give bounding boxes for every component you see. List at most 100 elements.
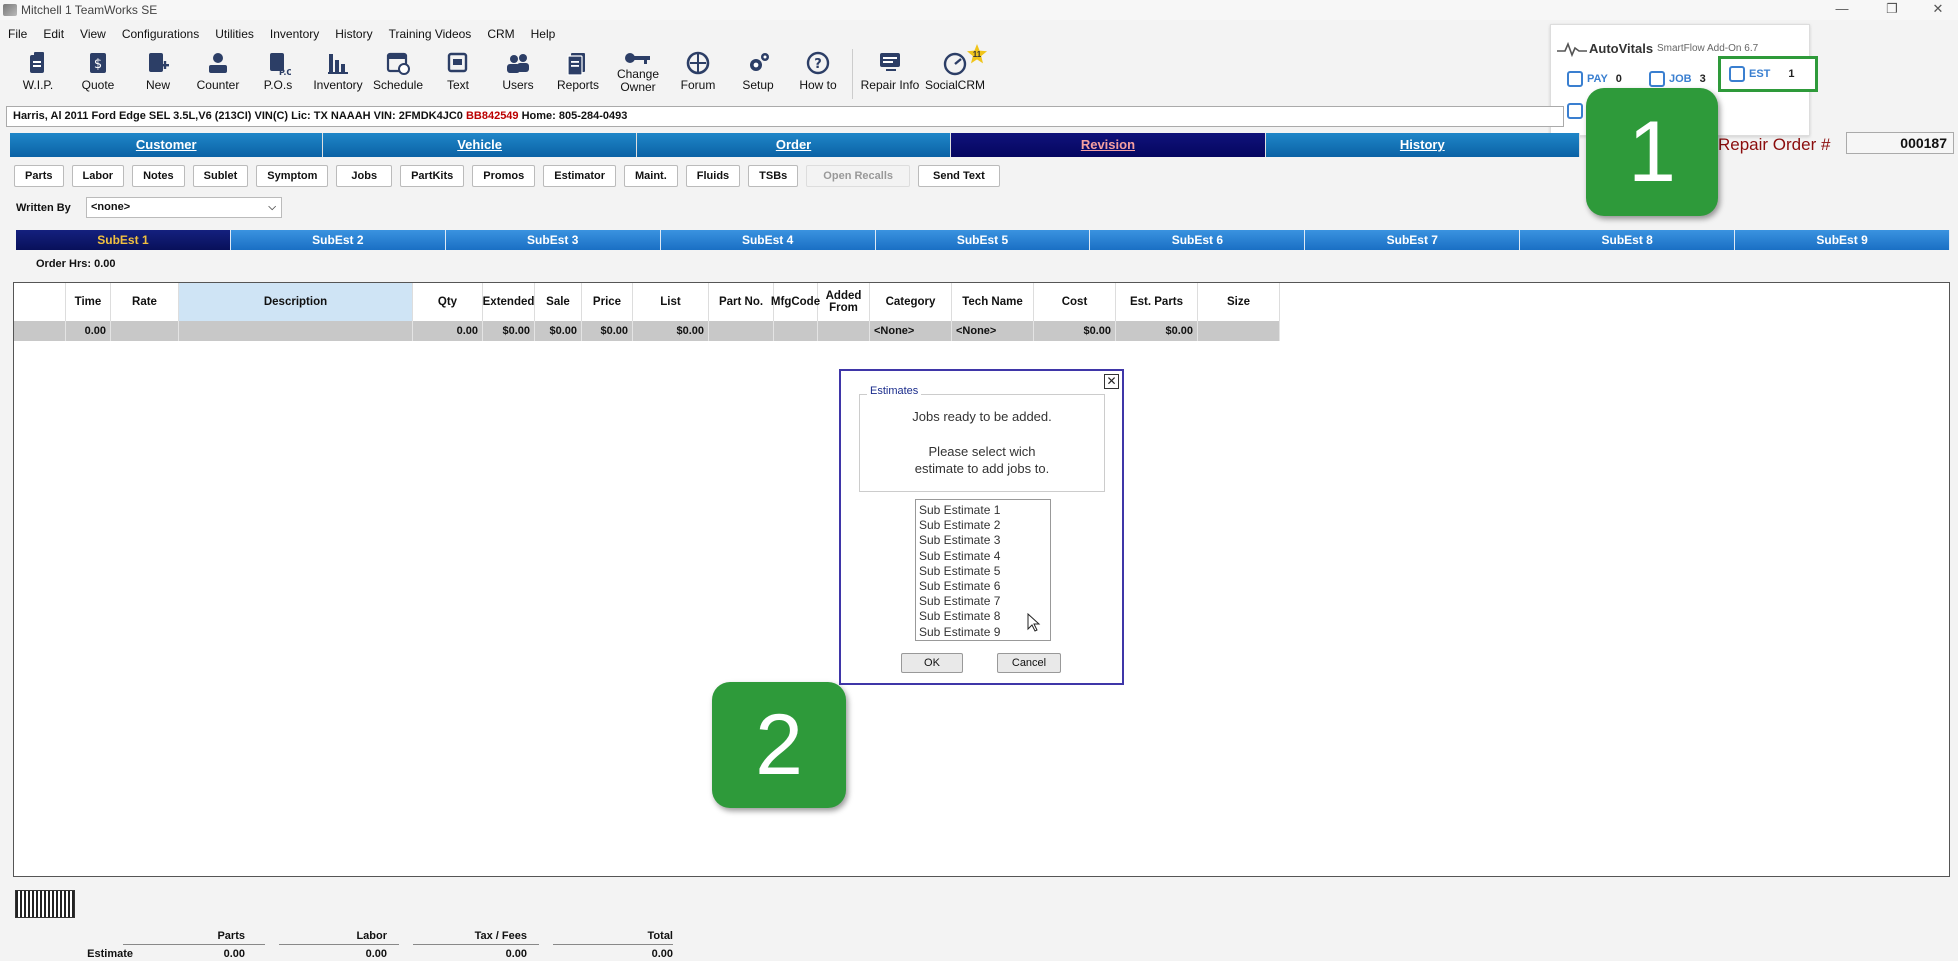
grid-header-tech-name[interactable]: Tech Name <box>952 283 1034 321</box>
schedule-button[interactable]: Schedule <box>368 46 428 102</box>
list-item[interactable]: Sub Estimate 2 <box>919 518 1047 533</box>
av-extra-button[interactable] <box>1567 97 1587 125</box>
labor-button[interactable]: Labor <box>71 165 125 187</box>
ok-button[interactable]: OK <box>901 653 963 673</box>
grid-cell-time: 0.00 <box>66 321 111 341</box>
table-row[interactable]: 0.00 0.00 $0.00 $0.00 $0.00 $0.00 <None>… <box>14 321 1280 341</box>
list-item[interactable]: Sub Estimate 7 <box>919 594 1047 609</box>
tab-subest-9[interactable]: SubEst 9 <box>1735 230 1951 250</box>
menu-file[interactable]: File <box>0 24 35 44</box>
change-owner-button[interactable]: Change Owner <box>608 46 668 102</box>
list-item[interactable]: Sub Estimate 1 <box>919 503 1047 518</box>
grid-header-time[interactable]: Time <box>66 283 111 321</box>
grid-header-size[interactable]: Size <box>1198 283 1280 321</box>
grid-header-added-from[interactable]: Added From <box>818 283 870 321</box>
tsbs-button[interactable]: TSBs <box>748 165 799 187</box>
tab-subest-7[interactable]: SubEst 7 <box>1305 230 1521 250</box>
grid-header-sale[interactable]: Sale <box>535 283 582 321</box>
toolbar-label: SocialCRM <box>924 78 985 92</box>
grid-header-price[interactable]: Price <box>582 283 633 321</box>
new-button[interactable]: New <box>128 46 188 102</box>
tab-customer[interactable]: Customer <box>10 133 324 157</box>
howto-button[interactable]: ? How to <box>788 46 848 102</box>
counter-button[interactable]: Counter <box>188 46 248 102</box>
send-text-button[interactable]: Send Text <box>918 165 1000 187</box>
tab-order[interactable]: Order <box>636 133 952 157</box>
cancel-button[interactable]: Cancel <box>997 653 1061 673</box>
setup-button[interactable]: Setup <box>728 46 788 102</box>
minimize-button[interactable]: — <box>1822 0 1862 20</box>
list-item[interactable]: Sub Estimate 6 <box>919 579 1047 594</box>
inventory-button[interactable]: Inventory <box>308 46 368 102</box>
wip-button[interactable]: W.I.P. <box>8 46 68 102</box>
open-recalls-button[interactable]: Open Recalls <box>806 165 910 187</box>
text-button[interactable]: Text <box>428 46 488 102</box>
tab-subest-1[interactable]: SubEst 1 <box>16 230 231 250</box>
tab-vehicle[interactable]: Vehicle <box>323 133 637 157</box>
notes-button[interactable]: Notes <box>132 165 185 187</box>
grid-header: Time Rate Description Qty Extended Sale … <box>14 283 1280 321</box>
menu-history[interactable]: History <box>327 24 380 44</box>
tab-subest-4[interactable]: SubEst 4 <box>660 230 876 250</box>
divider <box>123 944 265 945</box>
menu-edit[interactable]: Edit <box>35 24 72 44</box>
reports-button[interactable]: Reports <box>548 46 608 102</box>
jobs-button[interactable]: Jobs <box>336 165 393 187</box>
grid-header-part-no[interactable]: Part No. <box>709 283 774 321</box>
toolbar-label: Counter <box>196 78 240 92</box>
grid-header-cost[interactable]: Cost <box>1034 283 1116 321</box>
tab-history[interactable]: History <box>1265 133 1581 157</box>
tab-revision[interactable]: Revision <box>951 133 1266 157</box>
menu-configurations[interactable]: Configurations <box>114 24 207 44</box>
quote-button[interactable]: $ Quote <box>68 46 128 102</box>
tab-subest-6[interactable]: SubEst 6 <box>1090 230 1306 250</box>
close-icon[interactable]: ✕ <box>1104 374 1119 389</box>
tab-subest-8[interactable]: SubEst 8 <box>1520 230 1736 250</box>
tab-subest-2[interactable]: SubEst 2 <box>230 230 446 250</box>
forum-button[interactable]: Forum <box>668 46 728 102</box>
list-item[interactable]: Sub Estimate 5 <box>919 564 1047 579</box>
menu-help[interactable]: Help <box>523 24 564 44</box>
tab-subest-3[interactable]: SubEst 3 <box>445 230 661 250</box>
parts-button[interactable]: Parts <box>14 165 64 187</box>
grid-header-list[interactable]: List <box>633 283 709 321</box>
grid-header-cell <box>14 283 66 321</box>
barcode-icon <box>15 890 75 918</box>
grid-header-est-parts[interactable]: Est. Parts <box>1116 283 1198 321</box>
partkits-button[interactable]: PartKits <box>400 165 465 187</box>
grid-header-rate[interactable]: Rate <box>111 283 179 321</box>
grid-header-description[interactable]: Description <box>179 283 413 321</box>
promos-button[interactable]: Promos <box>472 165 536 187</box>
users-button[interactable]: Users <box>488 46 548 102</box>
grid-header-qty[interactable]: Qty <box>413 283 483 321</box>
av-est-button[interactable]: EST 1 <box>1718 56 1818 92</box>
socialcrm-button[interactable]: SocialCRM 11 <box>923 44 987 102</box>
av-job-label: JOB <box>1669 73 1692 85</box>
maximize-button[interactable]: ❐ <box>1872 0 1912 20</box>
written-by-select[interactable]: <none> ⌵ <box>86 197 282 218</box>
sublet-button[interactable]: Sublet <box>192 165 249 187</box>
repair-info-button[interactable]: Repair Info <box>857 46 923 102</box>
list-item[interactable]: Sub Estimate 4 <box>919 549 1047 564</box>
chevron-down-icon: ⌵ <box>268 202 276 213</box>
grid-header-category[interactable]: Category <box>870 283 952 321</box>
grid-header-extended[interactable]: Extended <box>483 283 535 321</box>
fluids-button[interactable]: Fluids <box>685 165 741 187</box>
menu-training-videos[interactable]: Training Videos <box>381 24 480 44</box>
grid-header-mfgcode[interactable]: MfgCode <box>771 283 820 321</box>
toolbar-separator <box>852 49 853 99</box>
tab-subest-5[interactable]: SubEst 5 <box>875 230 1091 250</box>
grid-cell-sale: $0.00 <box>535 321 582 341</box>
repair-info-icon <box>876 49 904 77</box>
menu-crm[interactable]: CRM <box>479 24 522 44</box>
menu-inventory[interactable]: Inventory <box>262 24 327 44</box>
estimator-button[interactable]: Estimator <box>543 165 616 187</box>
menu-view[interactable]: View <box>72 24 114 44</box>
maint-button[interactable]: Maint. <box>624 165 678 187</box>
pos-button[interactable]: P.O. P.O.s <box>248 46 308 102</box>
menu-utilities[interactable]: Utilities <box>207 24 262 44</box>
symptom-button[interactable]: Symptom <box>256 165 329 187</box>
close-window-button[interactable]: ✕ <box>1918 0 1958 20</box>
list-item[interactable]: Sub Estimate 3 <box>919 533 1047 548</box>
dialog-instruction: Please select wich estimate to add jobs … <box>914 444 1050 476</box>
